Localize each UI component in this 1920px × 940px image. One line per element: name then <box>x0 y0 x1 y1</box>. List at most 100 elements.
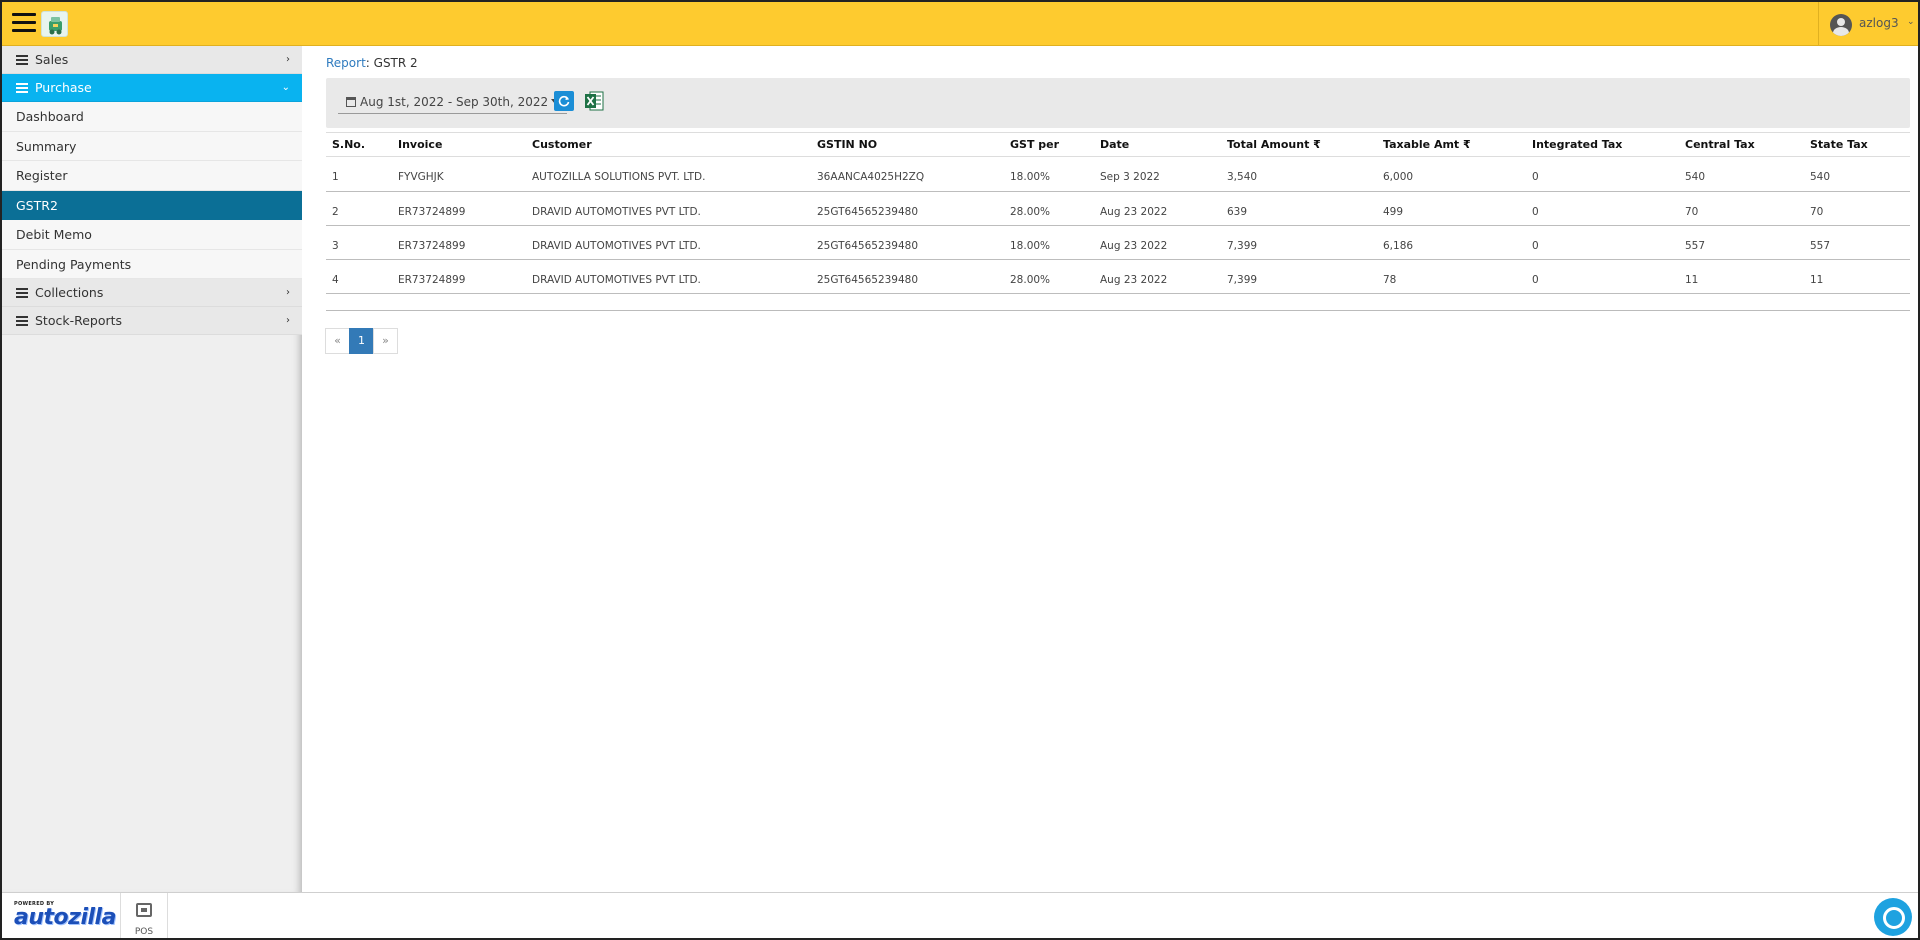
cell-taxable-amt: 6,186 <box>1377 225 1526 260</box>
cell-gstin: 25GT64565239480 <box>811 259 1004 294</box>
breadcrumb-link-report[interactable]: Report <box>326 56 366 70</box>
cell-total-amount: 639 <box>1221 191 1377 226</box>
cell-date: Sep 3 2022 <box>1094 156 1221 192</box>
sidebar: Sales › Purchase ⌄ Dashboard Summary Reg… <box>2 46 302 892</box>
cell-gst-per: 18.00% <box>1004 156 1094 192</box>
cell-taxable-amt: 499 <box>1377 191 1526 226</box>
sidebar-item-debit-memo[interactable]: Debit Memo <box>2 220 302 250</box>
sidebar-group-stock-reports[interactable]: Stock-Reports › <box>2 307 302 335</box>
pagination-prev[interactable]: « <box>325 328 350 354</box>
pagination: « 1 » <box>325 328 398 354</box>
cell-sno: 3 <box>326 225 392 260</box>
filter-panel: Aug 1st, 2022 - Sep 30th, 2022 <box>326 78 1910 128</box>
sidebar-item-pending-payments[interactable]: Pending Payments <box>2 249 302 279</box>
sidebar-group-sales[interactable]: Sales › <box>2 46 302 74</box>
cell-gstin: 25GT64565239480 <box>811 191 1004 226</box>
menu-icon <box>16 55 28 65</box>
table-row: 4 ER73724899 DRAVID AUTOMOTIVES PVT LTD.… <box>326 259 1910 294</box>
cell-invoice: ER73724899 <box>392 259 526 294</box>
sidebar-item-gstr2[interactable]: GSTR2 <box>2 190 302 220</box>
excel-icon <box>585 91 604 111</box>
cell-sno: 1 <box>326 156 392 192</box>
cell-gst-per: 28.00% <box>1004 191 1094 226</box>
cell-state-tax: 70 <box>1804 191 1910 226</box>
table-row: 3 ER73724899 DRAVID AUTOMOTIVES PVT LTD.… <box>326 225 1910 260</box>
cell-customer: DRAVID AUTOMOTIVES PVT LTD. <box>526 191 811 226</box>
sidebar-group-collections[interactable]: Collections › <box>2 279 302 307</box>
menu-icon <box>16 316 28 326</box>
pagination-page-1[interactable]: 1 <box>349 328 374 354</box>
cell-central-tax: 557 <box>1679 225 1804 260</box>
sidebar-group-purchase[interactable]: Purchase ⌄ <box>2 74 302 102</box>
app-logo[interactable] <box>41 11 68 37</box>
sidebar-group-label: Stock-Reports <box>34 313 123 328</box>
cell-customer: AUTOZILLA SOLUTIONS PVT. LTD. <box>526 156 811 192</box>
cell-total-amount: 7,399 <box>1221 225 1377 260</box>
breadcrumb-separator: : <box>365 56 374 70</box>
date-range-picker[interactable]: Aug 1st, 2022 - Sep 30th, 2022 <box>338 90 568 114</box>
bottom-bar: POWERED BY autozilla POS <box>2 892 1918 938</box>
cell-state-tax: 557 <box>1804 225 1910 260</box>
table-header-row: S.No. Invoice Customer GSTIN NO GST per … <box>326 132 1910 157</box>
chevron-right-icon: › <box>286 287 290 298</box>
cell-sno: 4 <box>326 259 392 294</box>
chevron-down-icon: ⌄ <box>1907 17 1915 27</box>
col-integrated-tax: Integrated Tax <box>1526 132 1679 157</box>
col-customer: Customer <box>526 132 811 157</box>
cell-date: Aug 23 2022 <box>1094 191 1221 226</box>
gstr2-table: S.No. Invoice Customer GSTIN NO GST per … <box>326 132 1910 294</box>
sidebar-item-register[interactable]: Register <box>2 161 302 191</box>
cell-invoice: ER73724899 <box>392 191 526 226</box>
menu-icon <box>16 288 28 298</box>
cell-central-tax: 540 <box>1679 156 1804 192</box>
cell-taxable-amt: 78 <box>1377 259 1526 294</box>
cell-state-tax: 11 <box>1804 259 1910 294</box>
pos-button[interactable]: POS <box>120 893 168 938</box>
col-taxable-amt: Taxable Amt ₹ <box>1377 132 1526 157</box>
pos-label: POS <box>134 927 154 937</box>
refresh-button[interactable] <box>554 91 574 111</box>
powered-by-logo: POWERED BY autozilla <box>14 901 116 929</box>
sidebar-group-label: Purchase <box>34 80 92 95</box>
cell-gstin: 25GT64565239480 <box>811 225 1004 260</box>
top-bar: azlog3 ⌄ <box>2 2 1918 46</box>
user-menu[interactable]: azlog3 ⌄ <box>1818 2 1918 46</box>
chevron-right-icon: › <box>286 315 290 326</box>
chevron-right-icon: › <box>286 54 290 65</box>
cell-integrated-tax: 0 <box>1526 156 1679 192</box>
table-row: 1 FYVGHJK AUTOZILLA SOLUTIONS PVT. LTD. … <box>326 156 1910 192</box>
cell-invoice: ER73724899 <box>392 225 526 260</box>
cell-customer: DRAVID AUTOMOTIVES PVT LTD. <box>526 225 811 260</box>
col-central-tax: Central Tax <box>1679 132 1804 157</box>
sidebar-item-dashboard[interactable]: Dashboard <box>2 102 302 132</box>
pagination-next[interactable]: » <box>373 328 398 354</box>
cell-invoice: FYVGHJK <box>392 156 526 192</box>
hamburger-icon[interactable] <box>12 13 36 33</box>
cell-central-tax: 70 <box>1679 191 1804 226</box>
cell-integrated-tax: 0 <box>1526 225 1679 260</box>
refresh-icon <box>558 95 570 107</box>
brand-text: autozilla <box>14 905 116 930</box>
chat-icon[interactable] <box>1874 898 1912 936</box>
table-row: 2 ER73724899 DRAVID AUTOMOTIVES PVT LTD.… <box>326 191 1910 226</box>
cell-integrated-tax: 0 <box>1526 259 1679 294</box>
cell-gstin: 36AANCA4025H2ZQ <box>811 156 1004 192</box>
chevron-down-icon: ⌄ <box>281 82 290 93</box>
sidebar-group-label: Collections <box>34 285 104 300</box>
breadcrumb-current: GSTR 2 <box>373 56 418 70</box>
col-total-amount: Total Amount ₹ <box>1221 132 1377 157</box>
cell-sno: 2 <box>326 191 392 226</box>
table-divider <box>326 310 1910 311</box>
menu-icon <box>16 83 28 93</box>
cell-integrated-tax: 0 <box>1526 191 1679 226</box>
cell-total-amount: 3,540 <box>1221 156 1377 192</box>
cell-gst-per: 18.00% <box>1004 225 1094 260</box>
export-excel-button[interactable] <box>584 90 604 112</box>
col-date: Date <box>1094 132 1221 157</box>
sidebar-item-summary[interactable]: Summary <box>2 131 302 161</box>
cell-state-tax: 540 <box>1804 156 1910 192</box>
col-gst-per: GST per <box>1004 132 1094 157</box>
cell-gst-per: 28.00% <box>1004 259 1094 294</box>
date-range-value: Aug 1st, 2022 - Sep 30th, 2022 <box>360 95 549 109</box>
col-sno: S.No. <box>326 132 392 157</box>
